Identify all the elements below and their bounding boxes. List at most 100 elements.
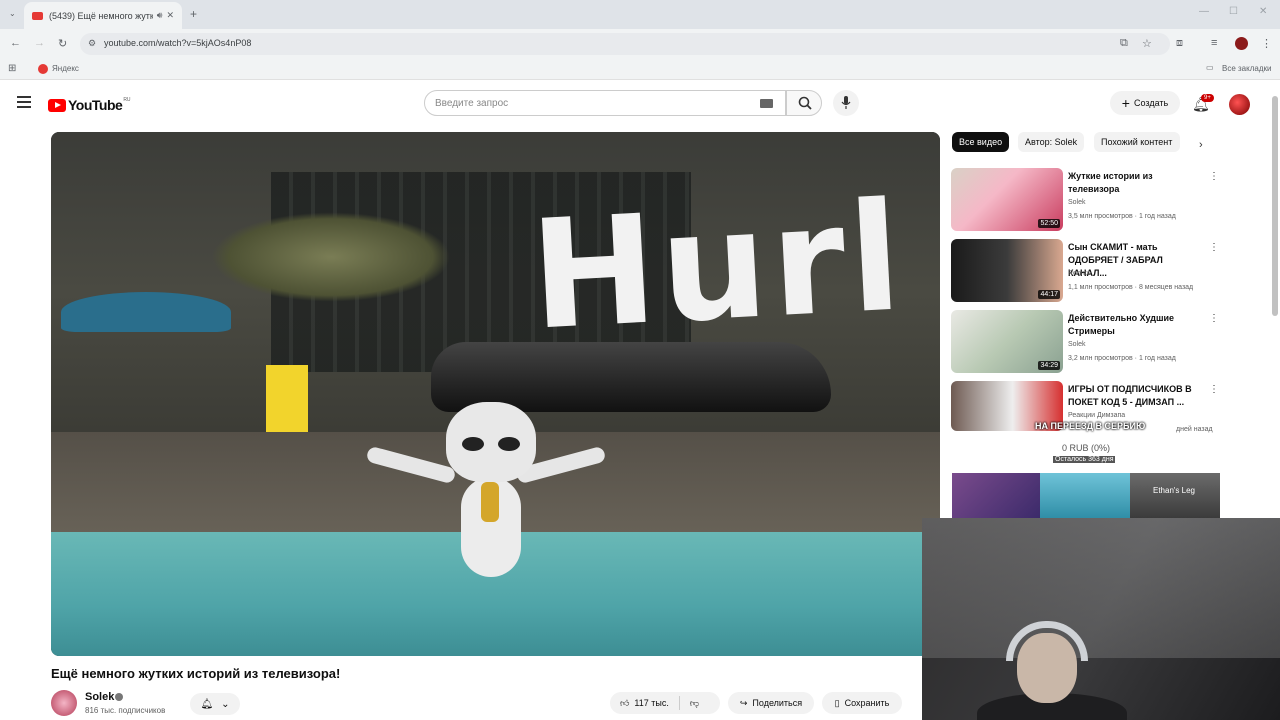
close-window-icon[interactable]: ✕ (1259, 6, 1267, 17)
strip-thumb-1 (952, 473, 1040, 519)
folder-icon: ▭ (1206, 63, 1214, 72)
recommendation-item[interactable]: 44:17 Сын СКАМИТ - мать ОДОБРЯЕТ / ЗАБРА… (951, 239, 1221, 305)
browser-menu-icon[interactable]: ⋮ (1261, 37, 1272, 50)
recommendation-item[interactable]: 52:50 Жуткие истории из телевизора Solek… (951, 168, 1221, 234)
more-options-icon[interactable]: ⋮ (1209, 384, 1219, 395)
donation-amount: 0 RUB (0%) (1062, 443, 1111, 453)
related-chips: Все видео Автор: Solek Похожий контент (952, 132, 1212, 152)
bell-icon: 🔔︎ (200, 698, 214, 710)
donation-widget (952, 436, 1222, 472)
dislike-button[interactable]: 👎︎ (680, 698, 709, 709)
recommendation-thumbnail[interactable]: 44:17 (951, 239, 1063, 302)
webcam-wall (922, 518, 1280, 658)
scene-vending-machine (266, 365, 308, 435)
recommendation-title[interactable]: Жуткие истории из телевизора (1068, 170, 1203, 196)
thumbs-up-icon: 👍︎ (620, 697, 630, 708)
video-duration: 34:29 (1038, 361, 1060, 370)
cat-character (436, 402, 546, 656)
share-label: Поделиться (752, 698, 803, 708)
forward-icon[interactable]: → (34, 37, 45, 49)
maximize-icon[interactable]: ☐ (1229, 6, 1238, 17)
video-overlay-text: Hurl (526, 170, 910, 364)
scene-palm (211, 212, 451, 302)
more-options-icon[interactable]: ⋮ (1209, 242, 1219, 253)
cat-head (446, 402, 536, 482)
subscription-bell-button[interactable]: 🔔︎ ⌄ (190, 693, 240, 715)
recommendation-channel[interactable]: Rennix (1068, 270, 1090, 277)
install-app-icon[interactable]: ⧉ (1120, 37, 1128, 50)
omnibox[interactable]: ⚙ youtube.com/watch?v=5kjAOs4nP08 ⧉ ☆ (80, 33, 1170, 55)
extensions-icon[interactable]: ⧈ (1176, 37, 1183, 50)
yandex-favicon-icon (38, 64, 48, 74)
channel-name[interactable]: Solek (85, 691, 114, 703)
audio-icon[interactable]: 🔊︎ (157, 10, 163, 21)
recommendation-thumbnail[interactable]: 34:29 (951, 310, 1063, 373)
apps-grid-icon[interactable]: ⊞ (8, 63, 16, 74)
video-duration: 52:50 (1038, 219, 1060, 228)
tab-title: (5439) Ещё немного жутк (49, 10, 153, 21)
create-button[interactable]: + Создать (1110, 91, 1180, 115)
channel-avatar[interactable] (51, 690, 77, 716)
recommendation-thumbnail[interactable]: 52:50 (951, 168, 1063, 231)
close-tab-icon[interactable]: ✕ (166, 10, 174, 21)
recommendation-channel[interactable]: Solek (1068, 199, 1086, 206)
mic-icon (841, 96, 851, 109)
search-input[interactable]: Введите запрос (424, 90, 786, 116)
new-tab-icon[interactable]: + (190, 7, 197, 21)
browser-tab[interactable]: (5439) Ещё немного жутк 🔊︎ ✕ (24, 2, 182, 29)
search-placeholder: Введите запрос (435, 98, 509, 109)
recommendation-channel[interactable]: Реакции Димзапа (1068, 412, 1125, 419)
minimize-icon[interactable]: — (1199, 6, 1209, 17)
video-player[interactable]: Hurl (51, 132, 940, 656)
recommendation-title[interactable]: ИГРЫ ОТ ПОДПИСЧИКОВ В ПОКЕТ КОД 5 - ДИМЗ… (1068, 383, 1203, 409)
reload-icon[interactable]: ↻ (58, 37, 67, 50)
share-button[interactable]: ↪ Поделиться (728, 692, 814, 714)
recommendation-meta: 1,1 млн просмотров · 8 месяцев назад (1068, 284, 1194, 291)
bookmark-star-icon[interactable]: ☆ (1142, 37, 1152, 50)
bookmark-yandex[interactable]: Яндекс (52, 64, 79, 73)
site-info-icon[interactable]: ⚙ (88, 38, 96, 49)
recommendation-channel[interactable]: Solek (1068, 341, 1086, 348)
search-icon (798, 96, 812, 110)
create-label: Создать (1133, 98, 1169, 108)
like-button[interactable]: 👍︎ 117 тыс. (610, 696, 680, 710)
back-icon[interactable]: ← (10, 37, 21, 49)
chip-all-videos[interactable]: Все видео (952, 132, 1010, 152)
all-bookmarks-link[interactable]: Все закладки (1222, 64, 1271, 73)
browser-tab-bar: ⌄ (5439) Ещё немного жутк 🔊︎ ✕ + — ☐ ✕ (0, 0, 1280, 29)
page-scrollbar[interactable] (1272, 96, 1278, 316)
strip-thumb-3 (1130, 473, 1220, 519)
chip-similar[interactable]: Похожий контент (1094, 132, 1180, 152)
search-button[interactable] (786, 90, 822, 116)
menu-icon[interactable] (17, 96, 31, 108)
youtube-logo[interactable]: YouTube RU (48, 97, 131, 113)
tab-search-chevron-icon[interactable]: ⌄ (9, 9, 16, 18)
bookmarks-bar: ⊞ Яндекс ▭ Все закладки (0, 59, 1280, 80)
like-count: 117 тыс. (634, 698, 669, 708)
video-title: Ещё немного жутких историй из телевизора… (51, 666, 341, 681)
save-playlist-icon: ▯ (834, 697, 840, 708)
recommendation-meta: 3,5 млн просмотров · 1 год назад (1068, 213, 1176, 220)
donation-title: НА ПЕРЕЕЗД В СЕРБИЮ (1035, 421, 1146, 431)
notifications-badge: 9+ (1201, 94, 1214, 102)
account-avatar[interactable] (1229, 94, 1250, 115)
keyboard-icon[interactable] (760, 99, 773, 108)
video-duration: 44:17 (1038, 290, 1060, 299)
url-text[interactable]: youtube.com/watch?v=5kjAOs4nP08 (104, 38, 251, 48)
chevron-down-icon: ⌄ (221, 698, 230, 710)
strip-label: Ethan's Leg (1153, 486, 1196, 495)
recommendation-title[interactable]: Действительно Худшие Стримеры (1068, 312, 1203, 338)
more-options-icon[interactable]: ⋮ (1209, 313, 1219, 324)
more-options-icon[interactable]: ⋮ (1209, 171, 1219, 182)
profile-avatar[interactable] (1235, 37, 1248, 50)
save-button[interactable]: ▯ Сохранить (822, 692, 902, 714)
webcam-overlay (922, 518, 1280, 720)
youtube-play-icon (48, 98, 66, 112)
strip-thumb-2 (1040, 473, 1130, 519)
chip-author[interactable]: Автор: Solek (1018, 132, 1085, 152)
voice-search-button[interactable] (833, 90, 859, 116)
chevron-right-icon[interactable]: › (1199, 139, 1203, 151)
save-label: Сохранить (844, 698, 890, 708)
media-queue-icon[interactable]: ≡ (1211, 37, 1217, 49)
recommendation-item[interactable]: 34:29 Действительно Худшие Стримеры Sole… (951, 310, 1221, 376)
